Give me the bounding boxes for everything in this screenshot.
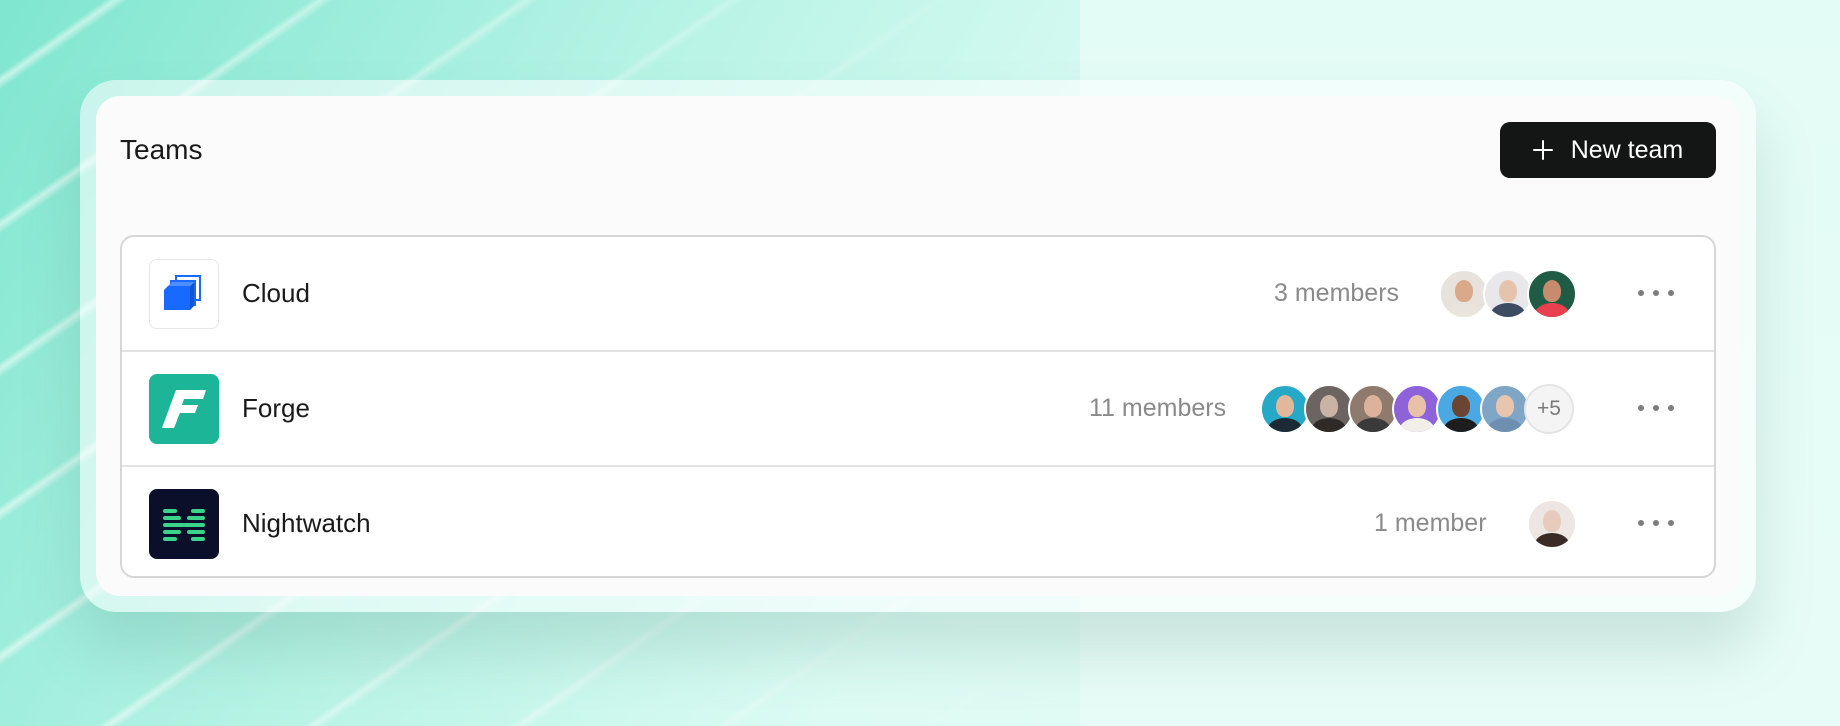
avatar[interactable] (1304, 384, 1354, 434)
avatar[interactable] (1439, 269, 1489, 319)
plus-icon (1532, 140, 1553, 160)
team-row-cloud[interactable]: Cloud 3 members (122, 237, 1714, 352)
cloud-logo-icon (149, 259, 219, 329)
member-count: 1 member (1374, 509, 1487, 537)
teams-list: Cloud 3 members Forge 11 members +5 Nigh… (120, 235, 1716, 578)
more-options-icon[interactable] (1638, 282, 1674, 304)
nightwatch-logo-icon (149, 489, 219, 559)
team-name[interactable]: Forge (242, 393, 310, 424)
team-row-forge[interactable]: Forge 11 members +5 (122, 352, 1714, 467)
avatar[interactable] (1527, 499, 1577, 549)
avatar[interactable] (1436, 384, 1486, 434)
avatar[interactable] (1392, 384, 1442, 434)
new-team-label: New team (1570, 135, 1684, 164)
avatar[interactable] (1260, 384, 1310, 434)
team-name[interactable]: Nightwatch (242, 508, 371, 539)
avatar[interactable] (1483, 269, 1533, 319)
avatar[interactable] (1348, 384, 1398, 434)
avatar-group[interactable] (1527, 499, 1577, 549)
new-team-button[interactable]: New team (1500, 122, 1716, 178)
member-count: 11 members (1089, 394, 1227, 422)
more-options-icon[interactable] (1638, 512, 1674, 534)
more-members-badge[interactable]: +5 (1524, 384, 1574, 434)
member-count: 3 members (1274, 279, 1400, 307)
avatar[interactable] (1527, 269, 1577, 319)
forge-logo-icon (149, 374, 219, 444)
more-options-icon[interactable] (1638, 397, 1674, 419)
teams-card: Teams New team Cloud 3 members Forge 11 … (96, 96, 1740, 596)
team-row-nightwatch[interactable]: Nightwatch 1 member (122, 467, 1714, 576)
avatar-group[interactable]: +5 (1260, 384, 1574, 434)
page-title: Teams (120, 134, 203, 165)
avatar-group[interactable] (1439, 269, 1577, 319)
team-name[interactable]: Cloud (242, 278, 310, 309)
avatar[interactable] (1480, 384, 1530, 434)
